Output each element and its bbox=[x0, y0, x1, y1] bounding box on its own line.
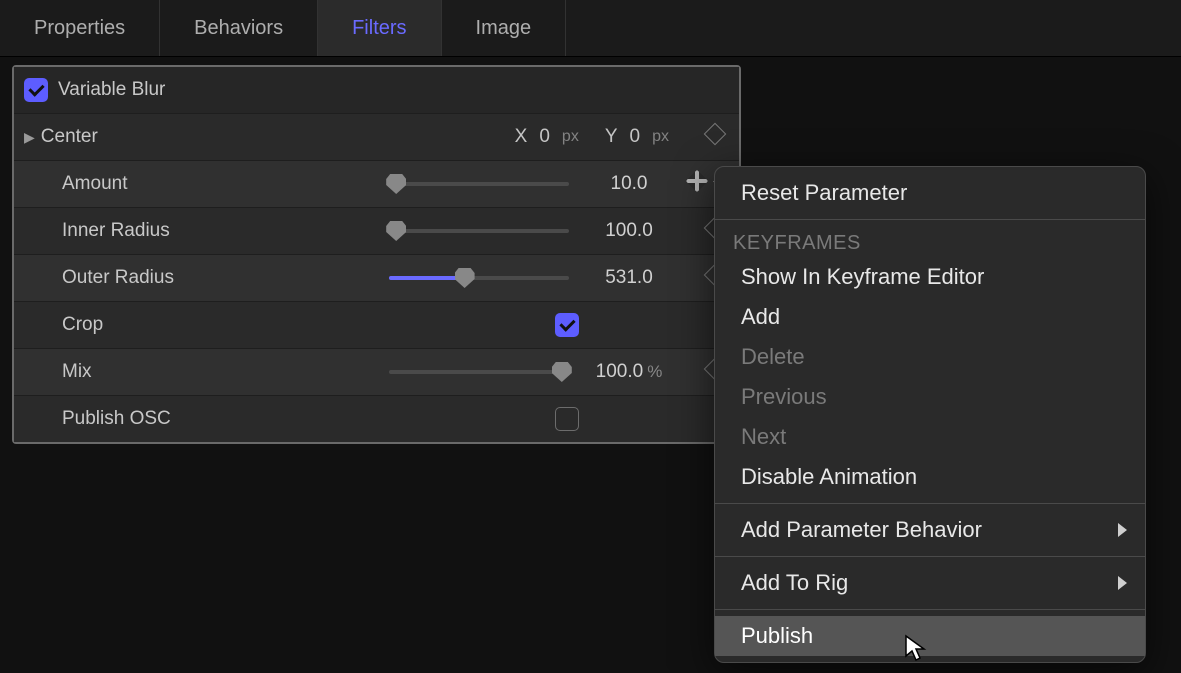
inspector-tabs: Properties Behaviors Filters Image bbox=[0, 0, 1181, 57]
inner-radius-slider[interactable] bbox=[389, 229, 569, 233]
menu-disable-animation[interactable]: Disable Animation bbox=[715, 457, 1145, 497]
center-x-value[interactable]: 0 bbox=[539, 126, 550, 148]
param-mix-row: Mix 100.0% bbox=[14, 349, 739, 396]
outer-radius-value[interactable]: 531.0 bbox=[589, 267, 669, 289]
param-publish-osc-row: Publish OSC bbox=[14, 396, 739, 442]
filter-parameters-panel: Variable Blur ▶ Center X 0 px Y 0 px Amo… bbox=[12, 65, 741, 444]
param-center-row: ▶ Center X 0 px Y 0 px bbox=[14, 114, 739, 161]
tab-behaviors[interactable]: Behaviors bbox=[160, 0, 318, 56]
menu-section-keyframes: KEYFRAMES bbox=[715, 226, 1145, 257]
center-y-unit: px bbox=[652, 128, 669, 146]
param-amount-row: Amount 10.0 bbox=[14, 161, 739, 208]
amount-slider[interactable] bbox=[389, 182, 569, 186]
menu-previous-keyframe: Previous bbox=[715, 377, 1145, 417]
menu-separator bbox=[715, 219, 1145, 220]
menu-delete-keyframe: Delete bbox=[715, 337, 1145, 377]
mix-slider[interactable] bbox=[389, 370, 569, 374]
param-outer-radius-label: Outer Radius bbox=[62, 267, 174, 289]
crop-checkbox[interactable] bbox=[555, 313, 579, 337]
center-x-unit: px bbox=[562, 128, 579, 146]
param-amount-label: Amount bbox=[62, 173, 127, 195]
outer-radius-slider[interactable] bbox=[389, 276, 569, 280]
param-mix-label: Mix bbox=[62, 361, 92, 383]
filter-title: Variable Blur bbox=[58, 79, 165, 101]
menu-add-parameter-behavior[interactable]: Add Parameter Behavior bbox=[715, 510, 1145, 550]
menu-add-keyframe[interactable]: Add bbox=[715, 297, 1145, 337]
param-center-value: X 0 px Y 0 px bbox=[515, 126, 669, 148]
menu-separator bbox=[715, 503, 1145, 504]
disclosure-triangle-icon[interactable]: ▶ bbox=[24, 129, 35, 146]
mix-value[interactable]: 100.0% bbox=[589, 361, 669, 383]
amount-value[interactable]: 10.0 bbox=[589, 173, 669, 195]
menu-reset-parameter[interactable]: Reset Parameter bbox=[715, 173, 1145, 213]
filter-enabled-checkbox[interactable] bbox=[24, 78, 48, 102]
parameter-context-menu: Reset Parameter KEYFRAMES Show In Keyfra… bbox=[714, 166, 1146, 663]
param-publish-osc-label: Publish OSC bbox=[62, 408, 171, 430]
menu-show-keyframe-editor[interactable]: Show In Keyframe Editor bbox=[715, 257, 1145, 297]
keyframe-center[interactable] bbox=[707, 126, 723, 148]
menu-separator bbox=[715, 609, 1145, 610]
tab-filters[interactable]: Filters bbox=[318, 0, 441, 56]
param-crop-row: Crop bbox=[14, 302, 739, 349]
center-y-value[interactable]: 0 bbox=[630, 126, 641, 148]
param-center-label: Center bbox=[41, 126, 98, 148]
param-crop-label: Crop bbox=[62, 314, 103, 336]
filter-header-row: Variable Blur bbox=[14, 67, 739, 114]
publish-osc-checkbox[interactable] bbox=[555, 407, 579, 431]
inner-radius-value[interactable]: 100.0 bbox=[589, 220, 669, 242]
menu-publish[interactable]: Publish bbox=[715, 616, 1145, 656]
param-inner-radius-row: Inner Radius 100.0 bbox=[14, 208, 739, 255]
center-y-label: Y bbox=[605, 126, 618, 148]
tab-properties[interactable]: Properties bbox=[0, 0, 160, 56]
param-outer-radius-row: Outer Radius 531.0 bbox=[14, 255, 739, 302]
param-inner-radius-label: Inner Radius bbox=[62, 220, 170, 242]
menu-next-keyframe: Next bbox=[715, 417, 1145, 457]
menu-add-to-rig[interactable]: Add To Rig bbox=[715, 563, 1145, 603]
center-x-label: X bbox=[515, 126, 528, 148]
tab-image[interactable]: Image bbox=[442, 0, 567, 56]
menu-separator bbox=[715, 556, 1145, 557]
